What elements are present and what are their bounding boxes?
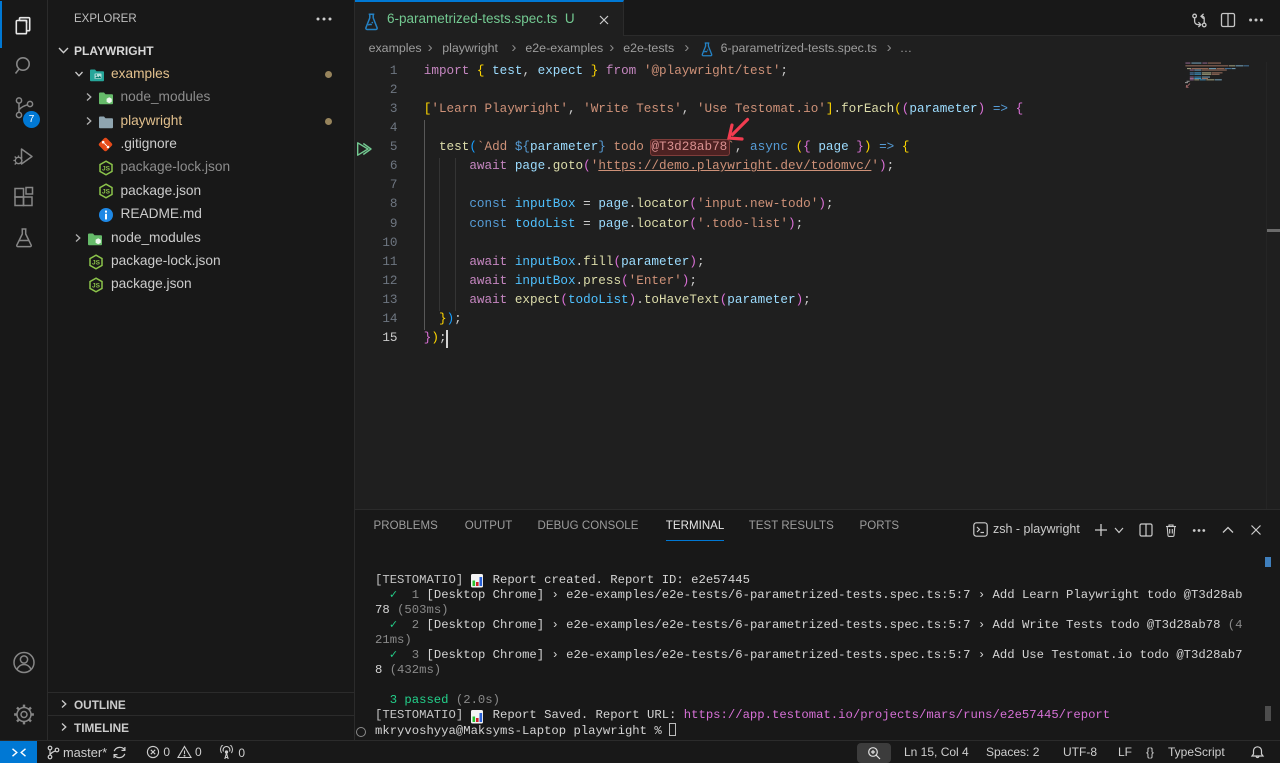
svg-text:JS: JS [102, 189, 111, 196]
svg-text:JS: JS [92, 282, 101, 289]
svg-text:JS: JS [92, 259, 101, 266]
svg-text:JS: JS [102, 165, 111, 172]
